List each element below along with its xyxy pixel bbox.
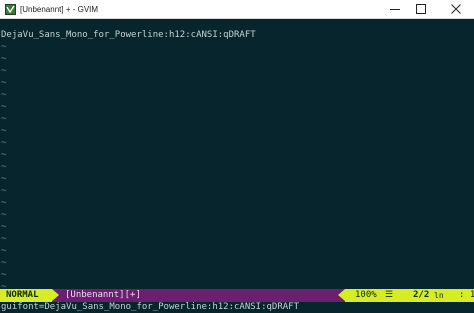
empty-line-tilde: ~ bbox=[1, 246, 7, 256]
buffer-line-1[interactable]: DejaVu_Sans_Mono_for_Powerline:h12:cANSI… bbox=[1, 29, 256, 41]
minimize-icon bbox=[390, 9, 400, 10]
title-bar[interactable]: [Unbenannt] + - GVIM bbox=[0, 0, 474, 19]
empty-line-tilde: ~ bbox=[1, 258, 7, 268]
empty-line-tilde: ~ bbox=[1, 174, 7, 184]
buffer-name: [Unbenannt][+] bbox=[65, 290, 141, 300]
maximize-button[interactable] bbox=[408, 0, 434, 18]
statusline: NORMAL [Unbenannt][+] 100% ☰ 2/2 ln : 1 bbox=[0, 289, 474, 302]
close-button[interactable] bbox=[437, 0, 474, 18]
line-number-symbol: ln bbox=[434, 291, 444, 300]
close-icon bbox=[450, 4, 461, 14]
empty-line-tilde: ~ bbox=[1, 222, 7, 232]
empty-line-tilde: ~ bbox=[1, 54, 7, 64]
file-percent: 100% bbox=[355, 290, 377, 300]
mode-indicator: NORMAL bbox=[0, 289, 52, 302]
empty-line-tilde: ~ bbox=[1, 102, 7, 112]
window-title: [Unbenannt] + - GVIM bbox=[20, 5, 99, 14]
empty-line-tilde: ~ bbox=[1, 126, 7, 136]
lines-icon: ☰ bbox=[385, 290, 394, 300]
empty-line-tilde: ~ bbox=[1, 90, 7, 100]
command-line[interactable]: guifont=DejaVu_Sans_Mono_for_Powerline:h… bbox=[0, 302, 474, 313]
gvim-window: [Unbenannt] + - GVIM DejaVu_Sans_Mono_fo… bbox=[0, 0, 474, 313]
mode-separator-arrow bbox=[52, 289, 59, 301]
column-position: : 1 bbox=[459, 290, 474, 300]
line-position: 2/2 bbox=[413, 290, 430, 300]
empty-line-tilde: ~ bbox=[1, 234, 7, 244]
gvim-app-icon bbox=[5, 4, 16, 15]
empty-line-tilde: ~ bbox=[1, 198, 7, 208]
empty-line-tilde: ~ bbox=[1, 210, 7, 220]
empty-line-tilde: ~ bbox=[1, 150, 7, 160]
empty-line-tilde: ~ bbox=[1, 138, 7, 148]
maximize-icon bbox=[416, 4, 426, 14]
empty-line-tilde: ~ bbox=[1, 78, 7, 88]
minimize-button[interactable] bbox=[382, 0, 408, 18]
empty-line-tilde: ~ bbox=[1, 270, 7, 280]
position-separator-arrow bbox=[338, 289, 345, 301]
empty-line-tilde: ~ bbox=[1, 162, 7, 172]
empty-line-tilde: ~ bbox=[1, 186, 7, 196]
empty-line-tilde: ~ bbox=[1, 42, 7, 52]
empty-line-tilde: ~ bbox=[1, 66, 7, 76]
empty-line-tilde: ~ bbox=[1, 114, 7, 124]
editor-area[interactable]: DejaVu_Sans_Mono_for_Powerline:h12:cANSI… bbox=[0, 19, 474, 292]
position-segment: 100% ☰ 2/2 ln : 1 bbox=[345, 289, 474, 302]
